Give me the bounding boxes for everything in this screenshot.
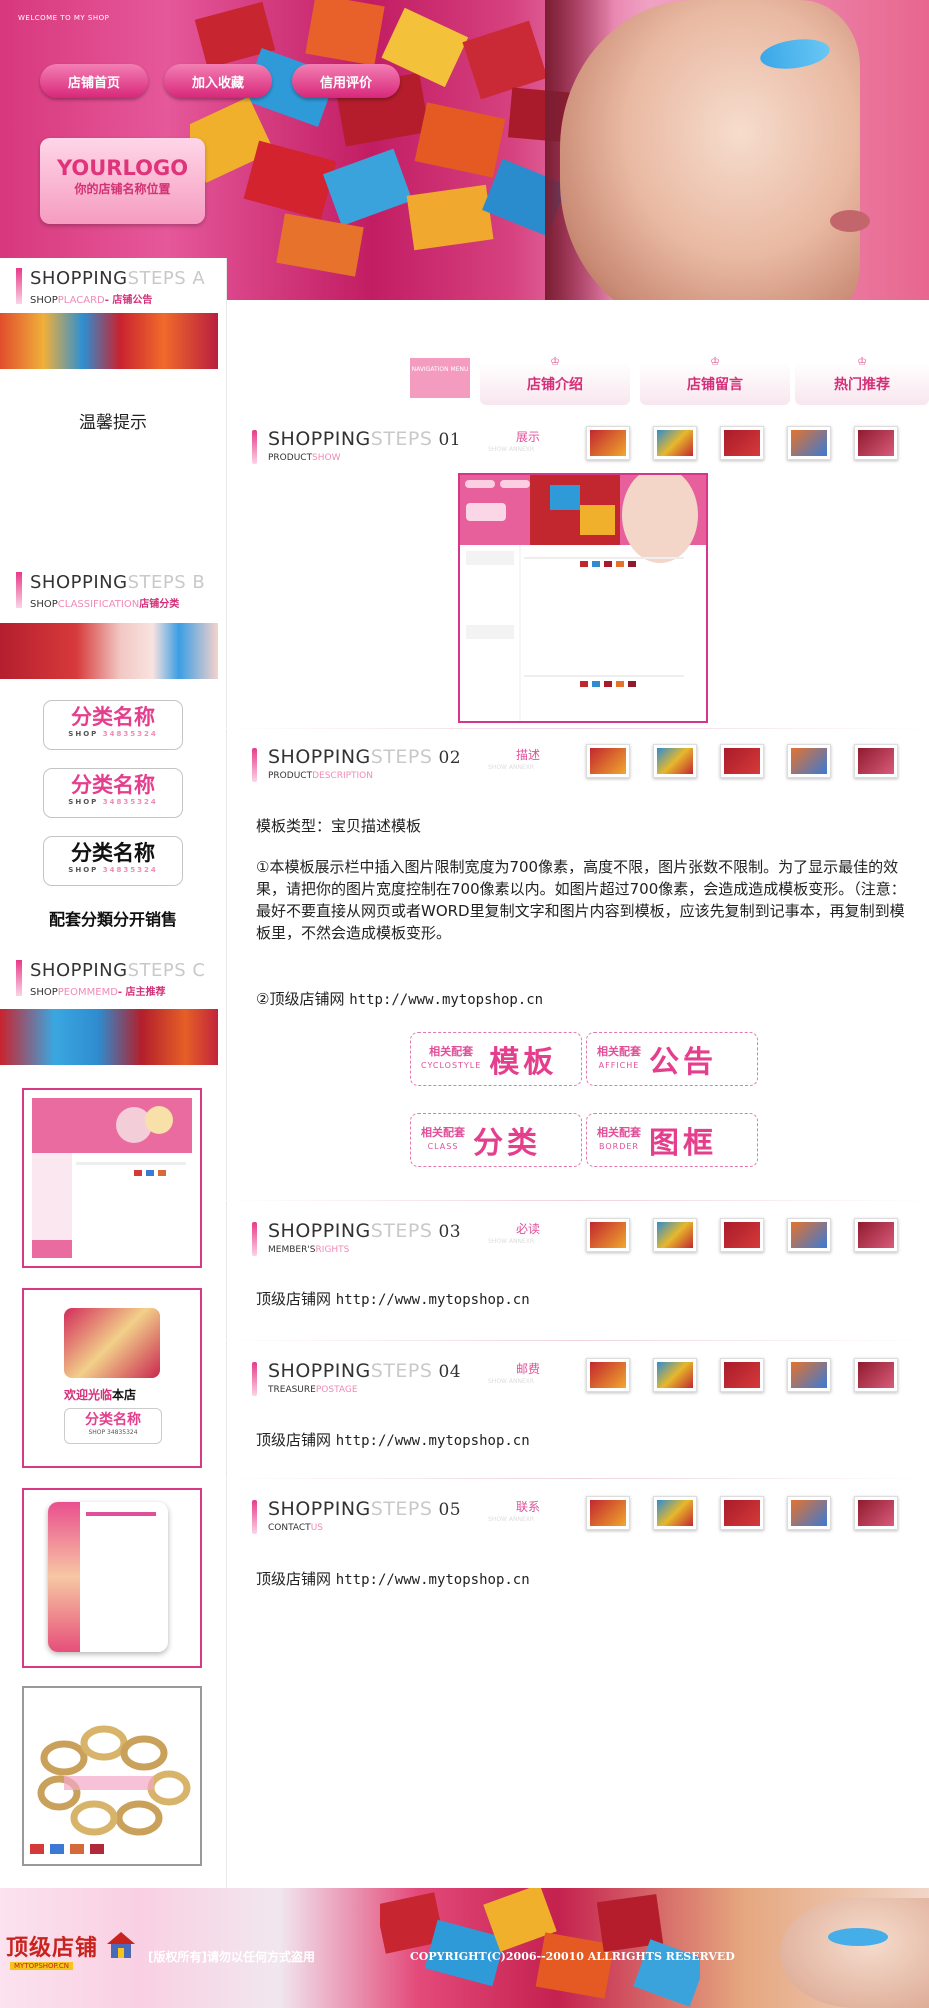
house-icon xyxy=(104,1928,138,1962)
section-heading-05: SHOPPINGSTEPS 05 CONTACTUS 联系 SHOW ANNEXR xyxy=(226,1488,929,1540)
notice-text: 温馨提示 xyxy=(79,413,147,433)
related-affiche-button[interactable]: 相关配套 AFFICHE 公告 xyxy=(586,1032,758,1086)
description-paragraph: ①本模板展示栏中插入图片限制宽度为700像素，高度不限，图片张数不限制。为了显示… xyxy=(256,858,906,942)
thumbnail[interactable] xyxy=(854,744,898,778)
sidebar-banner-image-b xyxy=(0,623,218,679)
footer-logo-sub: MYTOPSHOP.CN xyxy=(10,1962,74,1970)
related-class-button[interactable]: 相关配套 CLASS 分类 xyxy=(410,1113,582,1167)
footer-handbags-image xyxy=(380,1888,700,2007)
section-heading-01: SHOPPINGSTEPS 01 PRODUCTSHOW 展示 SHOW ANNE… xyxy=(226,418,929,470)
footer-banner xyxy=(0,1888,929,2008)
copyright-cn: [版权所有]请勿以任何方式盗用 xyxy=(148,1950,315,1964)
nav-favorite[interactable]: 加入收藏 xyxy=(164,64,272,98)
crown-icon: ♔ xyxy=(710,355,720,368)
nav-credit[interactable]: 信用评价 xyxy=(292,64,400,98)
tab-shop-intro[interactable]: ♔ 店铺介绍 xyxy=(480,355,630,405)
thumbnail[interactable] xyxy=(720,1358,764,1392)
navigation-tag: NAVIGATION MENU xyxy=(410,358,470,398)
category-button-2[interactable]: 分类名称 SHOP 34835324 xyxy=(43,768,183,818)
sidebar-heading-a: SHOPPINGSTEPS A SHOPPLACARD- 店铺公告 xyxy=(0,258,226,310)
sidebar-banner-image-c xyxy=(0,1009,218,1065)
thumbnail[interactable] xyxy=(653,1218,697,1252)
section-divider xyxy=(226,1478,929,1479)
thumbnail[interactable] xyxy=(787,1218,831,1252)
shop-id-tag: SHOP33813338 xyxy=(325,344,381,352)
sidebar-heading-c: SHOPPINGSTEPS C SHOPPEOMMEMD- 店主推荐 xyxy=(0,950,226,1002)
section-thumbnails xyxy=(586,1218,898,1252)
category-button-1[interactable]: 分类名称 SHOP 34835324 xyxy=(43,700,183,750)
site-link-line: 顶级店铺网 http://www.mytopshop.cn xyxy=(256,1431,530,1449)
thumbnail[interactable] xyxy=(586,426,630,460)
thumbnail[interactable] xyxy=(787,1496,831,1530)
template-preview-thumbnail xyxy=(24,1090,200,1266)
site-url-link[interactable]: http://www.mytopshop.cn xyxy=(349,992,543,1008)
category-sale-note: 配套分類分开销售 xyxy=(48,910,177,929)
section-thumbnails xyxy=(586,1496,898,1530)
footer-logo[interactable]: 顶级店铺 xyxy=(6,1930,98,1962)
crown-icon: ♔ xyxy=(857,355,867,368)
chain-bracelet-image xyxy=(24,1688,200,1864)
site-link-line: 顶级店铺网 http://www.mytopshop.cn xyxy=(256,1570,530,1588)
welcome-text: WELCOME TO MY SHOP xyxy=(18,14,110,22)
section-divider xyxy=(226,1200,929,1201)
jewelry-image xyxy=(64,1308,160,1378)
tab-shop-message[interactable]: ♔ 店铺留言 xyxy=(640,355,790,405)
thumbnail[interactable] xyxy=(720,1218,764,1252)
shop-name: 你的店铺名称位置 xyxy=(74,182,171,196)
nav-home[interactable]: 店铺首页 xyxy=(40,64,148,98)
section-thumbnails xyxy=(586,744,898,778)
section-heading-04: SHOPPINGSTEPS 04 TREASUREPOSTAGE 邮费 SHOW … xyxy=(226,1350,929,1402)
logo-text: YOURLOGO xyxy=(56,156,189,180)
section-heading-02: SHOPPINGSTEPS 02 PRODUCTDESCRIPTION 描述 SH… xyxy=(226,736,929,788)
thumbnail[interactable] xyxy=(586,1218,630,1252)
category-button-3[interactable]: 分类名称 SHOP 34835324 xyxy=(43,836,183,886)
thumbnail[interactable] xyxy=(653,426,697,460)
recommend-picture-1[interactable] xyxy=(22,1088,202,1268)
thumbnail[interactable] xyxy=(854,1358,898,1392)
section-thumbnails xyxy=(586,426,898,460)
related-template-button[interactable]: 相关配套 CYCLOSTYLE 模板 xyxy=(410,1032,582,1086)
thumbnail[interactable] xyxy=(653,1496,697,1530)
thumbnail[interactable] xyxy=(586,1496,630,1530)
thumbnail[interactable] xyxy=(653,1358,697,1392)
sidebar-heading-b: SHOPPINGSTEPS B SHOPCLASSIFICATION店铺分类 xyxy=(0,562,226,614)
site-url-link[interactable]: http://www.mytopshop.cn xyxy=(336,1572,530,1588)
recommend-picture-4[interactable] xyxy=(22,1686,202,1866)
thumbnail[interactable] xyxy=(586,1358,630,1392)
copyright-en: COPYRIGHT(C)2006--20010 ALLRIGHTS RESERV… xyxy=(410,1950,735,1963)
thumbnail[interactable] xyxy=(787,426,831,460)
site-link-line: ②顶级店铺网 http://www.mytopshop.cn xyxy=(256,990,544,1008)
site-url-link[interactable]: http://www.mytopshop.cn xyxy=(336,1292,530,1308)
thumbnail[interactable] xyxy=(720,744,764,778)
crown-icon: ♔ xyxy=(550,355,560,368)
section-thumbnails xyxy=(586,1358,898,1392)
recommend-picture-2[interactable]: 欢迎光临本店 分类名称 SHOP 34835324 xyxy=(22,1288,202,1468)
template-preview-image[interactable] xyxy=(458,473,708,723)
thumbnail[interactable] xyxy=(787,744,831,778)
thumbnail[interactable] xyxy=(787,1358,831,1392)
thumbnail[interactable] xyxy=(854,1496,898,1530)
sidebar-banner-image-a xyxy=(0,313,218,369)
recommend-picture-3[interactable] xyxy=(22,1488,202,1668)
section-heading-03: SHOPPINGSTEPS 03 MEMBER'SRIGHTS 必读 SHOW A… xyxy=(226,1210,929,1262)
site-url-link[interactable]: http://www.mytopshop.cn xyxy=(336,1433,530,1449)
shop-logo[interactable]: YOURLOGO 你的店铺名称位置 xyxy=(40,138,205,224)
related-border-button[interactable]: 相关配套 BORDER 图框 xyxy=(586,1113,758,1167)
thumbnail[interactable] xyxy=(854,1218,898,1252)
thumbnail[interactable] xyxy=(653,744,697,778)
section-divider xyxy=(226,1340,929,1341)
section-divider xyxy=(226,728,929,729)
site-link-line: 顶级店铺网 http://www.mytopshop.cn xyxy=(256,1290,530,1308)
tab-hot-recommend[interactable]: ♔ 热门推荐 xyxy=(795,355,929,405)
preview-screenshot xyxy=(460,475,706,721)
thumbnail[interactable] xyxy=(720,1496,764,1530)
thumbnail[interactable] xyxy=(586,744,630,778)
template-type-text: 模板类型：宝贝描述模板 xyxy=(256,817,422,835)
thumbnail[interactable] xyxy=(854,426,898,460)
thumbnail[interactable] xyxy=(720,426,764,460)
